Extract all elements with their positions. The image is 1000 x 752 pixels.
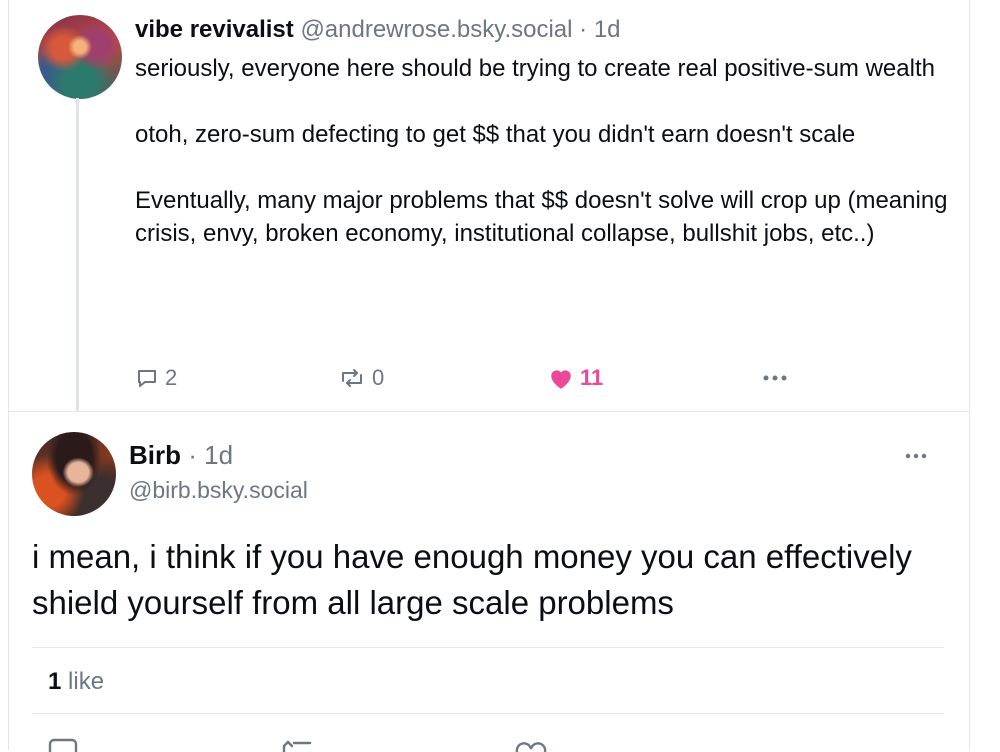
divider	[9, 411, 969, 412]
heart-icon	[551, 370, 571, 389]
divider	[32, 647, 944, 648]
avatar[interactable]	[32, 432, 116, 516]
separator: ·	[579, 16, 588, 43]
likes-summary[interactable]: 1 like	[48, 668, 104, 696]
reply-button[interactable]: 2	[135, 364, 177, 392]
avatar[interactable]	[38, 15, 122, 99]
more-icon	[763, 375, 787, 381]
post-header: vibe revivalist @andrewrose.bsky.social …	[135, 16, 621, 44]
like-count: 11	[580, 365, 604, 390]
repost-button[interactable]: 0	[338, 364, 384, 392]
handle[interactable]: @birb.bsky.social	[129, 477, 308, 504]
post-header: Birb · 1d	[129, 440, 233, 471]
paragraph: Eventually, many major problems that $$ …	[135, 187, 948, 247]
timestamp[interactable]: 1d	[594, 16, 621, 43]
more-options-button[interactable]	[762, 364, 794, 392]
timestamp: 1d	[204, 440, 234, 470]
display-name[interactable]: Birb	[129, 440, 181, 470]
like-count: 1	[48, 668, 62, 695]
post-text: seriously, everyone here should be tryin…	[135, 52, 950, 250]
post-text: i mean, i think if you have enough money…	[32, 538, 912, 621]
paragraph: otoh, zero-sum defecting to get $$ that …	[135, 121, 856, 148]
divider	[32, 713, 944, 714]
like-label: like	[68, 668, 105, 695]
reply-icon	[138, 370, 156, 387]
repost-icon	[342, 369, 362, 387]
reply-count: 2	[165, 365, 178, 390]
like-button[interactable]: 11	[548, 364, 603, 392]
paragraph: seriously, everyone here should be tryin…	[135, 55, 935, 82]
frame-border-left	[8, 0, 9, 750]
repost-count: 0	[372, 365, 385, 390]
separator: ·	[188, 440, 197, 470]
handle[interactable]: @andrewrose.bsky.social	[300, 16, 572, 43]
display-name[interactable]: vibe revivalist	[135, 16, 294, 43]
more-icon	[905, 453, 927, 459]
frame-border-right	[969, 0, 970, 750]
thread-line	[76, 98, 79, 412]
more-options-button[interactable]	[905, 447, 927, 465]
